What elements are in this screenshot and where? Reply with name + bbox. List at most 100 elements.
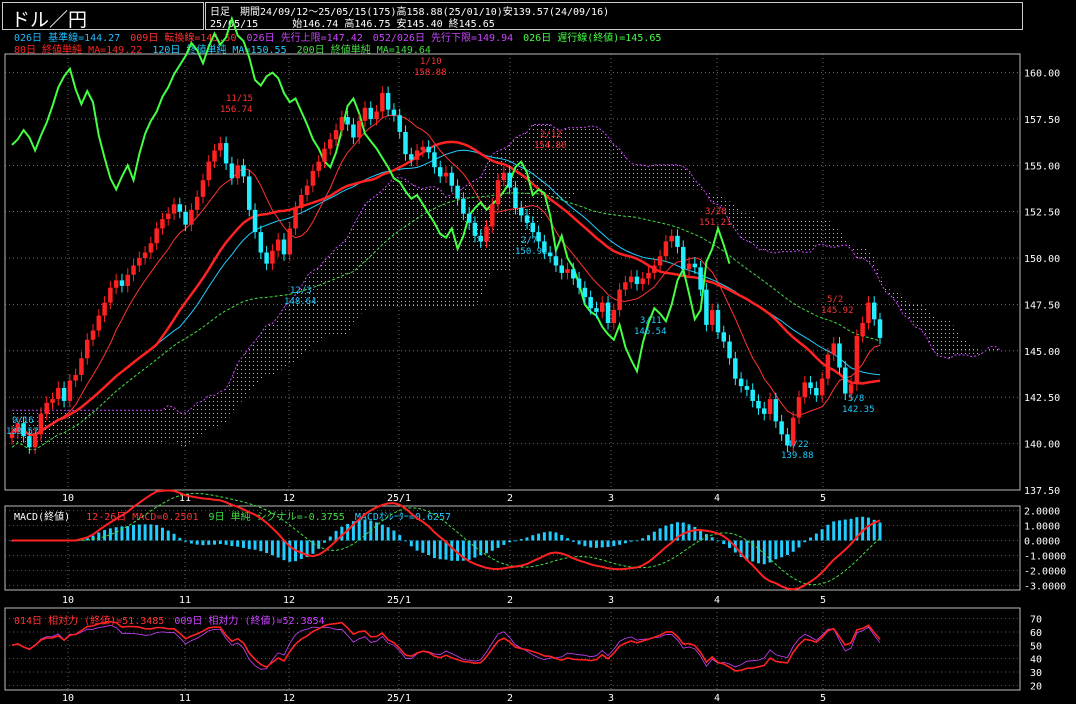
macd-signal-line [12, 492, 881, 586]
macd-osc-bar [577, 540, 581, 545]
macd-osc-bar [537, 533, 541, 541]
macd-osc-bar [635, 540, 639, 542]
candle-body [831, 343, 836, 355]
candle-body [356, 120, 362, 138]
candle-body [490, 204, 495, 227]
macd-tick-label: -1.0000 [1024, 552, 1066, 563]
candle-body [304, 185, 310, 196]
chart-window: { "header": { "title": "ドル／円", "timefram… [0, 0, 1076, 704]
macd-osc-bar [670, 523, 674, 541]
candle-body [241, 165, 246, 177]
candle-body [183, 211, 188, 225]
x-tick-label: 25/1 [387, 693, 411, 704]
candle-body [871, 302, 877, 320]
macd-osc-bar [519, 539, 523, 541]
candle-body [478, 235, 483, 242]
x-tick-label: 5 [820, 693, 826, 704]
candle-body [825, 354, 831, 379]
x-tick-label: 4 [714, 595, 720, 606]
macd-osc-bar [560, 534, 564, 541]
candle-body [472, 222, 478, 236]
price-tick-label: 137.50 [1024, 486, 1060, 497]
candle-body [854, 336, 860, 385]
rsi-tick-label: 70 [1030, 615, 1042, 626]
candle-body [351, 124, 356, 138]
macd-osc-bar [184, 540, 188, 542]
candle-body [837, 343, 842, 368]
annotation-date: 12/3 [290, 286, 312, 296]
candle-body [432, 152, 437, 168]
candle-body [877, 319, 883, 338]
annotation-date: 5/2 [827, 295, 843, 305]
macd-osc-bar [571, 540, 575, 542]
macd-osc-bar [774, 540, 778, 560]
macd-osc-bar [288, 540, 292, 562]
macd-osc-bar [224, 540, 228, 545]
candle-body [779, 421, 784, 435]
macd-osc-bar [120, 526, 124, 541]
candle-body [599, 302, 605, 312]
candle-body [293, 207, 298, 229]
annotation-value: 151.21 [699, 218, 732, 228]
price-tick-label: 157.50 [1024, 115, 1060, 126]
candle-body [345, 117, 350, 125]
candle-body [108, 287, 113, 303]
price-tick-label: 147.50 [1024, 300, 1060, 311]
candle-body [142, 252, 148, 259]
candle-body [547, 252, 553, 257]
annotation-date: 3/28 [705, 207, 727, 217]
macd-osc-bar [195, 540, 199, 545]
price-tick-label: 160.00 [1024, 69, 1060, 80]
annotation-value: 146.54 [634, 327, 667, 337]
candle-body [316, 161, 321, 171]
x-tick-label: 25/1 [387, 595, 411, 606]
candle-body [698, 267, 703, 290]
candle-body [56, 387, 61, 400]
candle-body [137, 258, 142, 266]
candle-body [756, 400, 761, 409]
macd-osc-bar [797, 540, 801, 548]
candle-body [692, 263, 698, 268]
macd-osc-bar [751, 540, 755, 562]
candle-body [177, 204, 183, 212]
candle-body [501, 172, 507, 181]
candle-body [686, 263, 692, 270]
macd-osc-bar [270, 540, 274, 556]
macd-osc-bar [299, 540, 303, 560]
candle-body [171, 204, 177, 214]
macd-tick-label: 1.0000 [1024, 522, 1060, 533]
macd-osc-bar [843, 519, 847, 541]
candle-body [235, 165, 240, 179]
macd-osc-bar [710, 537, 714, 541]
macd-osc-bar [496, 540, 500, 548]
candle-body [802, 382, 808, 398]
macd-osc-bar [398, 535, 402, 541]
macd-tick-label: -3.0000 [1024, 582, 1066, 593]
candle-body [767, 399, 773, 414]
macd-osc-bar [502, 540, 506, 545]
candle-body [264, 252, 269, 264]
candle-body [50, 399, 55, 403]
candle-body [582, 287, 588, 298]
candle-body [125, 274, 130, 286]
candle-body [322, 148, 327, 162]
candle-body [96, 315, 102, 331]
candle-body [61, 387, 67, 401]
x-tick-label: 10 [62, 493, 74, 504]
macd-osc-bar [849, 518, 853, 541]
macd-osc-bar [542, 532, 546, 541]
candle-body [594, 308, 599, 312]
candle-body [310, 170, 316, 186]
candle-body [565, 269, 570, 273]
candle-body [131, 265, 136, 275]
macd-osc-bar [745, 540, 749, 561]
candle-body [102, 302, 107, 316]
candle-body [848, 384, 854, 394]
macd-osc-bar [409, 540, 413, 547]
macd-osc-bar [172, 533, 176, 541]
candle-body [530, 222, 536, 233]
candle-body [223, 143, 229, 164]
candle-body [466, 213, 472, 223]
candle-body [403, 131, 408, 155]
macd-osc-bar [241, 540, 245, 548]
